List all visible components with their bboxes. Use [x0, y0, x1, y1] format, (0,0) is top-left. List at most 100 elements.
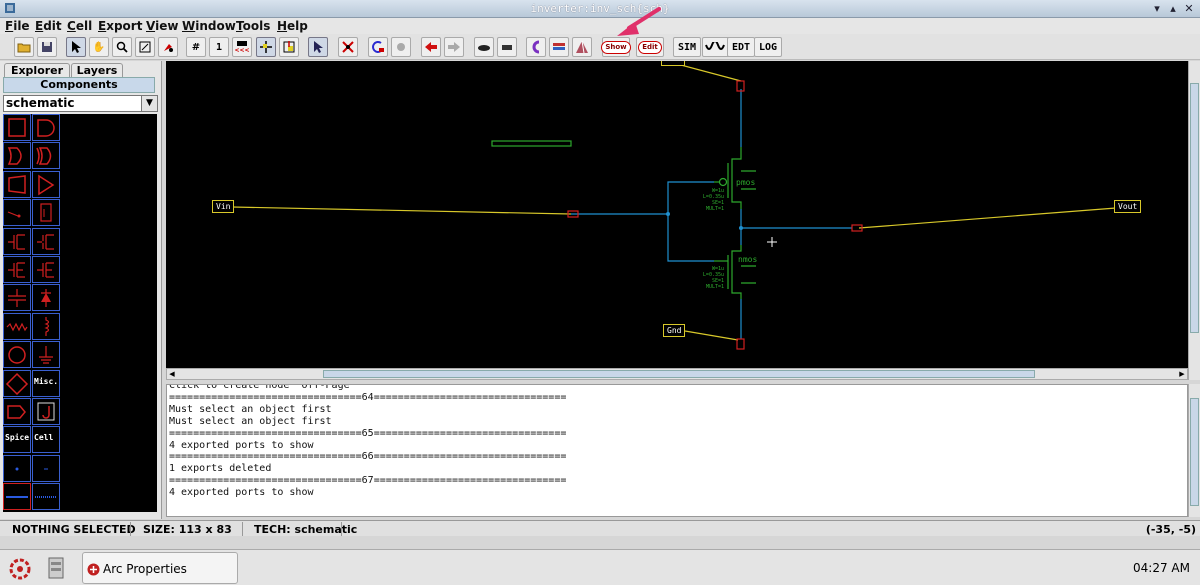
palette-buffer-triangle-button[interactable] [32, 170, 60, 198]
menu-window[interactable]: Window [182, 19, 236, 33]
pan-tool-button[interactable]: ✋ [89, 37, 109, 57]
palette-dash-button[interactable] [32, 454, 60, 482]
palette-pmos-palette-button[interactable] [32, 227, 60, 255]
task-arc-properties[interactable]: Arc Properties [82, 552, 238, 584]
cap-tool-button[interactable] [474, 37, 494, 57]
palette-bus-button[interactable] [3, 483, 31, 511]
layer-tool-button[interactable] [549, 37, 569, 57]
palette-diamond-button[interactable] [3, 369, 31, 397]
and-gate-icon [37, 119, 55, 137]
palette-power-button[interactable] [3, 341, 31, 369]
start-menu-icon[interactable] [8, 557, 32, 581]
menu-cell[interactable]: Cell [67, 19, 92, 33]
rect-icon [502, 45, 512, 50]
palette-buffer-box-button[interactable] [3, 170, 31, 198]
technology-select[interactable]: schematic ▼ [3, 95, 158, 112]
box-arrow-icon [283, 41, 295, 53]
rect-tool-button[interactable] [497, 37, 517, 57]
scroll-thumb[interactable] [1190, 83, 1199, 333]
save-button[interactable] [37, 37, 57, 57]
schematic-canvas[interactable]: Vin Vout Gnd pmos W=1u L=0.35u SE=1 MULT… [166, 61, 1188, 368]
grid-align-button[interactable]: <<< [232, 37, 252, 57]
palette-dot-button[interactable] [3, 454, 31, 482]
palette-or-gate-button[interactable] [3, 142, 31, 170]
close-icon[interactable]: ✕ [1182, 2, 1196, 15]
log-button[interactable]: LOG [754, 37, 782, 57]
scroll-thumb[interactable] [323, 370, 1035, 378]
palette-nmos-palette-button[interactable] [3, 227, 31, 255]
export-label-vout[interactable]: Vout [1114, 200, 1142, 213]
arc-tool-button[interactable] [526, 37, 546, 57]
tab-layers[interactable]: Layers [71, 63, 123, 78]
cell-icon: Cell [34, 433, 54, 443]
palette-spice-button[interactable]: Spice [3, 426, 31, 454]
menu-tools[interactable]: Tools [236, 19, 270, 33]
palette-offpage-button[interactable] [3, 398, 31, 425]
palette-misc-button[interactable]: Misc. [32, 369, 60, 397]
palette-box-shape-button[interactable] [3, 114, 31, 141]
grid-count-button[interactable]: 1 [209, 37, 229, 57]
waveform-button[interactable] [702, 37, 730, 57]
palette-wire-node-button[interactable] [3, 199, 31, 227]
forward-button[interactable] [444, 37, 464, 57]
palette-switch-button[interactable] [32, 199, 60, 227]
palette-capacitor-button[interactable] [3, 284, 31, 312]
palette-and-gate-button[interactable] [32, 114, 60, 141]
menu-edit[interactable]: Edit [35, 19, 62, 33]
scroll-right-icon[interactable]: ▶ [1177, 369, 1187, 379]
scroll-thumb[interactable] [1190, 398, 1199, 506]
menu-file[interactable]: File [5, 19, 30, 33]
chevron-down-icon[interactable]: ▼ [141, 96, 157, 111]
palette-nmos4-palette-button[interactable] [3, 256, 31, 283]
menu-view[interactable]: View [146, 19, 178, 33]
tab-explorer[interactable]: Explorer [4, 63, 70, 78]
menu-help[interactable]: Help [277, 19, 308, 33]
zoom-tool-button[interactable] [112, 37, 132, 57]
undo-special-button[interactable] [368, 37, 388, 57]
back-button[interactable] [421, 37, 441, 57]
tab-components[interactable]: Components [3, 77, 155, 93]
canvas-horizontal-scrollbar[interactable]: ◀ ▶ [166, 368, 1188, 380]
open-folder-button[interactable] [14, 37, 34, 57]
zoom-fit-button[interactable] [135, 37, 155, 57]
palette-diode-button[interactable] [32, 284, 60, 312]
minimize-icon[interactable]: ▾ [1150, 2, 1164, 15]
palette-ground-button[interactable] [32, 341, 60, 369]
message-console[interactable]: Click to create node 'Off-Page' =========… [166, 384, 1188, 517]
shape-tool-button[interactable] [572, 37, 592, 57]
console-vertical-scrollbar[interactable] [1188, 384, 1200, 517]
palette-xor-gate-button[interactable] [32, 142, 60, 170]
redo-special-button[interactable] [391, 37, 411, 57]
export-label-vin[interactable]: Vin [212, 200, 235, 213]
export-label-vdd-partial[interactable] [661, 61, 685, 66]
status-divider [242, 522, 243, 536]
maximize-icon[interactable]: ▴ [1166, 2, 1180, 15]
sim-button[interactable]: SIM [673, 37, 701, 57]
zoom-fit-icon [139, 41, 151, 53]
menu-export[interactable]: Export [98, 19, 142, 33]
palette-resistor-button[interactable] [3, 312, 31, 340]
palette-pmos4-palette-button[interactable] [32, 256, 60, 283]
full-arrow-button[interactable] [256, 37, 276, 57]
scroll-left-icon[interactable]: ◀ [167, 369, 177, 379]
vout-wire [858, 207, 1117, 229]
palette-inductor-button[interactable] [32, 312, 60, 340]
export-label-gnd[interactable]: Gnd [663, 324, 686, 337]
palette-dotted-bus-button[interactable] [32, 483, 60, 511]
schematic-drawing [231, 61, 1117, 350]
capacitor-icon [8, 289, 26, 308]
canvas-vertical-scrollbar[interactable] [1188, 61, 1200, 380]
grid-toggle-button[interactable]: # [186, 37, 206, 57]
outline-edit-button[interactable] [158, 37, 178, 57]
cross-probe-button[interactable] [338, 37, 358, 57]
half-arrow-button[interactable] [279, 37, 299, 57]
palette-hook-button[interactable] [32, 398, 60, 425]
workspace-icon[interactable] [46, 556, 66, 580]
arrow-left-icon [425, 42, 437, 52]
palette-cell-button[interactable]: Cell [32, 426, 60, 454]
click-select-button[interactable] [308, 37, 328, 57]
console-line: 1 exports deleted [169, 463, 272, 475]
select-tool-button[interactable] [66, 37, 86, 57]
edt-button[interactable]: EDT [727, 37, 755, 57]
select-pointer-icon [314, 41, 323, 53]
